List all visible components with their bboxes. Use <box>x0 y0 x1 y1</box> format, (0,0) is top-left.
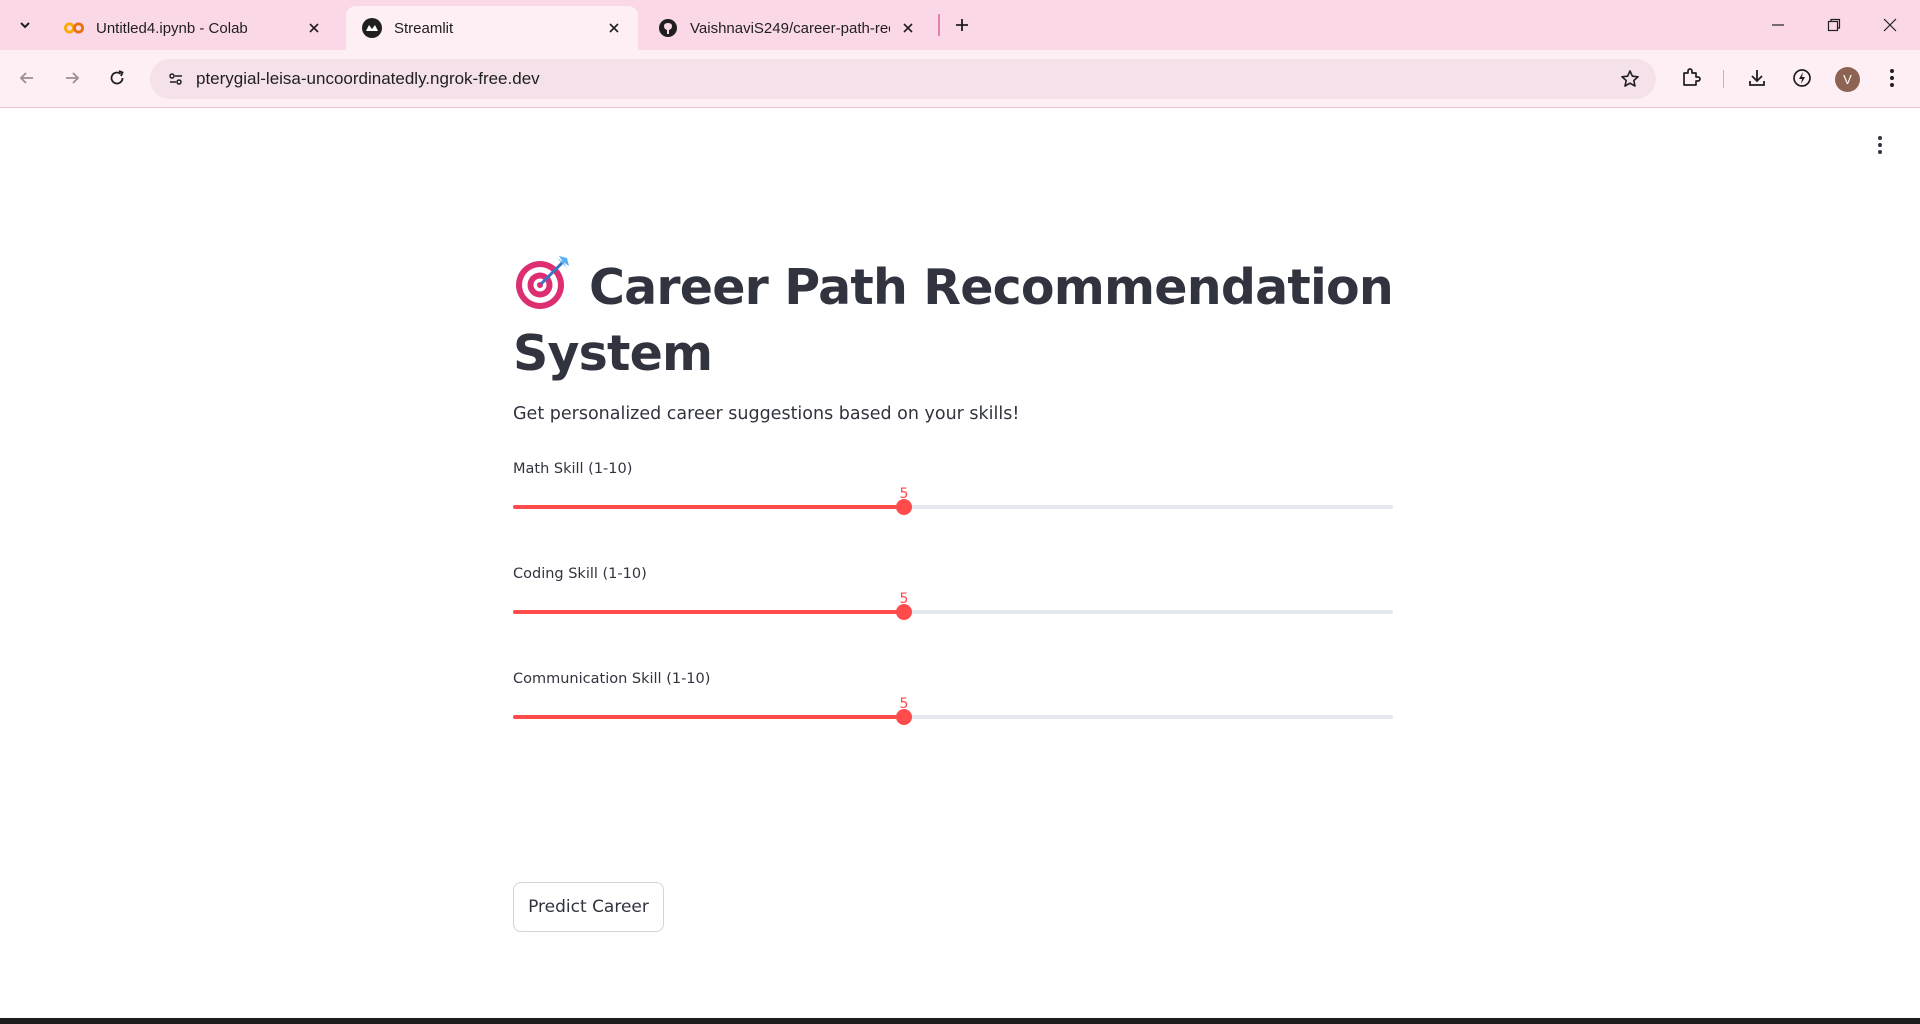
page-title-text: Career Path Recommendation System <box>513 259 1394 382</box>
kebab-menu-icon <box>1890 69 1894 87</box>
tab-github[interactable]: VaishnaviS249/career-path-reco <box>642 6 932 50</box>
slider-label: Coding Skill (1-10) <box>513 566 647 582</box>
minimize-icon <box>1772 24 1784 26</box>
tab-strip: Untitled4.ipynb - Colab Streamlit Vaishn… <box>0 0 1920 50</box>
arrow-left-icon <box>19 72 33 84</box>
new-tab-button[interactable] <box>947 10 977 40</box>
profile-avatar[interactable]: V <box>1835 67 1860 92</box>
close-icon[interactable] <box>898 18 918 38</box>
slider-fill <box>513 505 904 509</box>
restore-icon <box>1827 18 1841 32</box>
streamlit-icon <box>362 18 382 38</box>
colab-icon <box>64 18 84 38</box>
slider-thumb[interactable] <box>896 499 912 515</box>
github-icon <box>658 18 678 38</box>
kebab-menu-icon <box>1878 136 1882 154</box>
communication-skill-slider[interactable]: Communication Skill (1-10) 5 <box>513 671 1393 751</box>
slider-fill <box>513 610 904 614</box>
puzzle-icon <box>1683 68 1701 86</box>
forward-button[interactable] <box>55 61 89 95</box>
predict-career-button[interactable]: Predict Career <box>513 882 664 932</box>
back-button[interactable] <box>10 61 44 95</box>
taskbar-edge <box>0 1018 1920 1024</box>
plus-icon <box>956 19 968 31</box>
math-skill-slider[interactable]: Math Skill (1-10) 5 <box>513 461 1393 541</box>
url-text: pterygial-leisa-uncoordinatedly.ngrok-fr… <box>196 69 540 88</box>
site-settings-icon[interactable] <box>164 67 188 91</box>
close-icon[interactable] <box>304 18 324 38</box>
slider-thumb[interactable] <box>896 709 912 725</box>
slider-thumb[interactable] <box>896 604 912 620</box>
download-icon <box>1749 70 1765 86</box>
browser-toolbar: pterygial-leisa-uncoordinatedly.ngrok-fr… <box>0 50 1920 108</box>
extensions-button[interactable] <box>1675 62 1707 94</box>
tab-streamlit[interactable]: Streamlit <box>346 6 638 50</box>
main-content: Career Path Recommendation System Get pe… <box>513 254 1395 932</box>
streamlit-main-menu-button[interactable] <box>1866 131 1894 159</box>
arrow-right-icon <box>66 72 80 84</box>
slider-fill <box>513 715 904 719</box>
energy-saver-icon <box>1793 69 1811 87</box>
reload-icon <box>110 70 124 85</box>
tab-colab[interactable]: Untitled4.ipynb - Colab <box>48 6 338 50</box>
address-bar[interactable]: pterygial-leisa-uncoordinatedly.ngrok-fr… <box>150 59 1656 99</box>
tab-title: Streamlit <box>394 19 454 37</box>
slider-label: Math Skill (1-10) <box>513 461 633 477</box>
chevron-down-icon <box>20 22 30 29</box>
tab-divider <box>938 14 940 36</box>
bookmark-star-icon[interactable] <box>1618 67 1642 91</box>
subtitle: Get personalized career suggestions base… <box>513 404 1020 424</box>
tab-search-button[interactable] <box>10 10 40 40</box>
coding-skill-slider[interactable]: Coding Skill (1-10) 5 <box>513 566 1393 646</box>
target-icon <box>516 256 569 309</box>
page-title: Career Path Recommendation System <box>513 254 1395 387</box>
downloads-button[interactable] <box>1741 62 1773 94</box>
streamlit-page: Career Path Recommendation System Get pe… <box>0 109 1920 1018</box>
close-icon <box>1883 18 1897 32</box>
minimize-button[interactable] <box>1750 0 1806 50</box>
toolbar-divider <box>1723 70 1724 88</box>
close-icon[interactable] <box>604 18 624 38</box>
restore-button[interactable] <box>1806 0 1862 50</box>
tab-title: Untitled4.ipynb - Colab <box>96 19 248 37</box>
reload-button[interactable] <box>100 61 134 95</box>
performance-button[interactable] <box>1786 62 1818 94</box>
tab-title: VaishnaviS249/career-path-reco <box>690 19 890 37</box>
close-window-button[interactable] <box>1862 0 1918 50</box>
slider-label: Communication Skill (1-10) <box>513 671 711 687</box>
browser-menu-button[interactable] <box>1876 62 1908 94</box>
